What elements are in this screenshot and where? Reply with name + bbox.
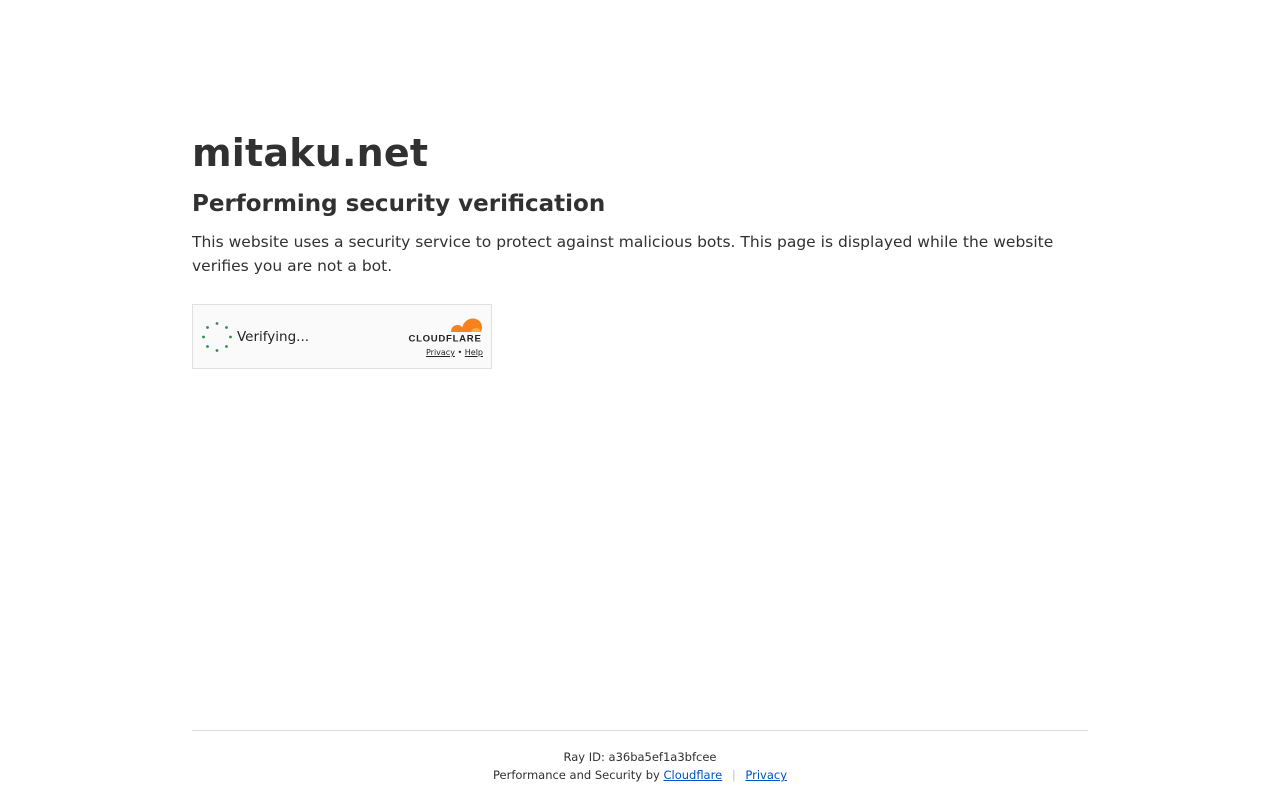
cloudflare-branding: CLOUDFLARE Privacy • Help (403, 317, 483, 359)
site-domain-title: mitaku.net (192, 131, 429, 175)
cloudflare-logo-icon: CLOUDFLARE (408, 318, 482, 344)
verifying-status: Verifying... (237, 329, 310, 345)
widget-link-separator: • (457, 348, 463, 357)
footer-separator: | (731, 768, 736, 782)
footer-privacy-link[interactable]: Privacy (745, 768, 787, 782)
widget-help-link[interactable]: Help (465, 348, 483, 357)
cloudflare-wordmark: CLOUDFLARE (408, 334, 481, 344)
widget-links: Privacy • Help (426, 348, 483, 358)
widget-privacy-link[interactable]: Privacy (426, 348, 455, 357)
main-content: mitaku.net Performing security verificat… (192, 128, 1088, 278)
verification-heading: Performing security verification (192, 191, 606, 217)
spinner-icon (202, 322, 232, 352)
verification-description: This website uses a security service to … (192, 233, 1054, 275)
ray-id-value: a36ba5ef1a3bfcee (608, 750, 717, 764)
challenge-page: mitaku.net Performing security verificat… (0, 0, 1280, 800)
turnstile-widget[interactable]: Verifying... CLOUDFLARE Privacy • Help (192, 304, 492, 369)
performance-text: Performance and Security by (493, 768, 660, 782)
ray-id-label: Ray ID: (563, 750, 605, 764)
footer: Ray ID: a36ba5ef1a3bfcee Performance and… (192, 730, 1088, 783)
cloudflare-link[interactable]: Cloudflare (663, 768, 722, 782)
ray-id-line: Ray ID: a36ba5ef1a3bfcee (192, 749, 1088, 765)
performance-line: Performance and Security by Cloudflare |… (192, 767, 1088, 783)
